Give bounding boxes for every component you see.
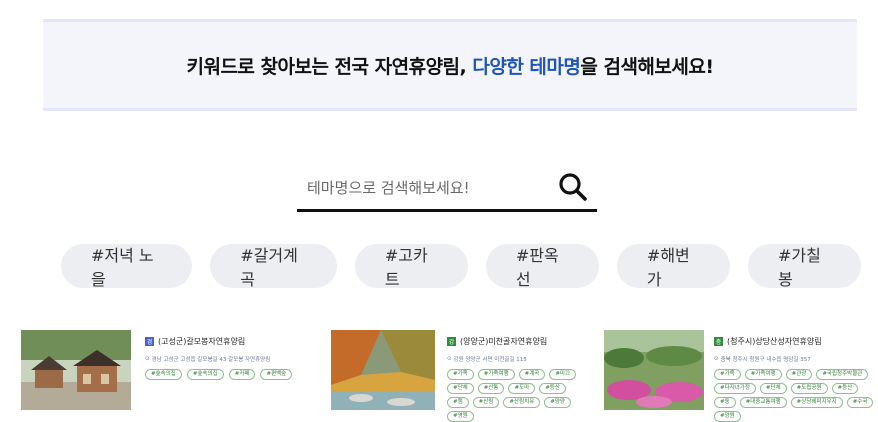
forest-keyword[interactable]: #상당헤피지우지: [790, 397, 843, 408]
keyword-tag[interactable]: #갈거계곡: [210, 244, 337, 289]
forest-keyword[interactable]: #캠: [447, 397, 469, 408]
region-badge-icon: 강: [447, 337, 456, 346]
forest-keyword[interactable]: #등산: [539, 383, 566, 394]
keyword-tag[interactable]: #해변가: [616, 244, 730, 289]
forest-address: 충북 청주시 청원구 내수읍 명암길 357: [720, 357, 811, 363]
forest-keyword[interactable]: #국립청주박물관: [816, 369, 869, 380]
region-badge-icon: 경: [145, 337, 154, 346]
banner-highlight: 다양한 테마명: [472, 55, 581, 78]
banner-text: 키워드로 찾아보는 전국 자연휴양림, 다양한 테마명을 검색해보세요!: [186, 52, 714, 79]
forest-info: 충 (청주시)상당산성자연휴양림 ⊙ 충북 청주시 청원구 내수읍 명암길 357…: [714, 336, 878, 422]
search-icon: [559, 173, 587, 201]
forest-info: 경 (고성군)갈모봉자연휴양림 ⊙ 경남 고성군 고성읍 갈모봉길 43 갈모봉 …: [145, 336, 295, 380]
forest-keyword[interactable]: #숲속의집: [145, 369, 182, 380]
theme-banner: 키워드로 찾아보는 전국 자연휴양림, 다양한 테마명을 검색해보세요!: [43, 19, 857, 111]
location-pin-icon: ⊙: [145, 356, 150, 362]
forest-keyword[interactable]: #동: [714, 397, 736, 408]
forest-keyword[interactable]: #도립공원: [790, 383, 828, 394]
forest-keyword[interactable]: #편백숲: [260, 369, 293, 380]
forest-keyword[interactable]: #양원: [714, 411, 741, 422]
forest-thumbnail[interactable]: [604, 330, 704, 410]
forest-keyword[interactable]: #숲속의집: [186, 369, 224, 380]
cabin-photo: [21, 330, 131, 410]
forest-keyword[interactable]: #산통: [477, 383, 505, 394]
forest-card[interactable]: 강 (양양군)미천골자연휴양림 ⊙ 강원 양양군 서면 미천골길 115 #가족 …: [331, 330, 591, 422]
keyword-tag-list: #저녁 노을 #갈거계곡 #고카트 #판옥선 #해변가 #가칠봉: [61, 244, 861, 289]
forest-address: 경남 고성군 고성읍 갈모봉길 43 갈모봉 자연휴양림: [151, 357, 271, 363]
forest-card[interactable]: 경 (고성군)갈모봉자연휴양림 ⊙ 경남 고성군 고성읍 갈모봉길 43 갈모봉 …: [21, 330, 311, 414]
valley-photo: [331, 330, 435, 410]
forest-card-list: 경 (고성군)갈모봉자연휴양림 ⊙ 경남 고성군 고성읍 갈모봉길 43 갈모봉 …: [0, 326, 878, 422]
forest-keyword[interactable]: #가족여행: [477, 369, 515, 380]
forest-keyword[interactable]: #단체: [447, 383, 474, 394]
keyword-tag[interactable]: #고카트: [354, 244, 468, 289]
theme-search-box: [297, 165, 597, 212]
forest-thumbnail[interactable]: [21, 330, 131, 410]
location-pin-icon: ⊙: [714, 356, 719, 362]
forest-keyword[interactable]: #단체: [759, 383, 787, 394]
keyword-tag[interactable]: #저녁 노을: [61, 244, 193, 289]
garden-photo: [604, 330, 704, 410]
forest-keyword[interactable]: #영원: [447, 411, 474, 422]
forest-card[interactable]: 충 (청주시)상당산성자연휴양림 ⊙ 충북 청주시 청원구 내수읍 명암길 357…: [604, 330, 878, 422]
theme-search-input[interactable]: [305, 173, 549, 203]
forest-keyword[interactable]: #도마: [508, 383, 536, 394]
forest-address: 강원 양양군 서면 미천골길 115: [453, 357, 527, 363]
forest-title[interactable]: (고성군)갈모봉자연휴양림: [158, 336, 245, 347]
forest-keyword[interactable]: #산림: [472, 397, 500, 408]
banner-text-start: 키워드로 찾아보는 전국 자연휴양림,: [186, 55, 473, 78]
region-badge-icon: 충: [714, 337, 723, 346]
forest-keyword[interactable]: #가족여행: [744, 369, 782, 380]
search-button[interactable]: [557, 171, 589, 203]
forest-keyword[interactable]: #가족: [447, 369, 474, 380]
keyword-tag[interactable]: #판옥선: [485, 244, 599, 289]
forest-keyword[interactable]: #산림치유: [503, 397, 541, 408]
forest-keyword[interactable]: #양양: [544, 397, 571, 408]
forest-keyword[interactable]: #관광: [785, 369, 813, 380]
banner-text-end: 을 검색해보세요!: [580, 55, 714, 78]
forest-info: 강 (양양군)미천골자연휴양림 ⊙ 강원 양양군 서면 미천골길 115 #가족 …: [447, 336, 587, 422]
location-pin-icon: ⊙: [447, 356, 452, 362]
forest-keyword[interactable]: #카페: [228, 369, 256, 380]
forest-keyword[interactable]: #대중교통여행: [739, 397, 787, 408]
forest-keyword[interactable]: #수국: [846, 397, 874, 408]
forest-keyword[interactable]: #미끄: [549, 369, 577, 380]
keyword-tag[interactable]: #가칠봉: [747, 244, 861, 289]
forest-keyword[interactable]: #다자녀가정: [714, 383, 756, 394]
forest-thumbnail[interactable]: [331, 330, 435, 410]
forest-keyword[interactable]: #등산: [831, 383, 859, 394]
forest-title[interactable]: (양양군)미천골자연휴양림: [460, 336, 547, 347]
forest-title[interactable]: (청주시)상당산성자연휴양림: [727, 336, 822, 347]
forest-keyword[interactable]: #가족: [714, 369, 741, 380]
forest-keyword[interactable]: #계곡: [518, 369, 546, 380]
